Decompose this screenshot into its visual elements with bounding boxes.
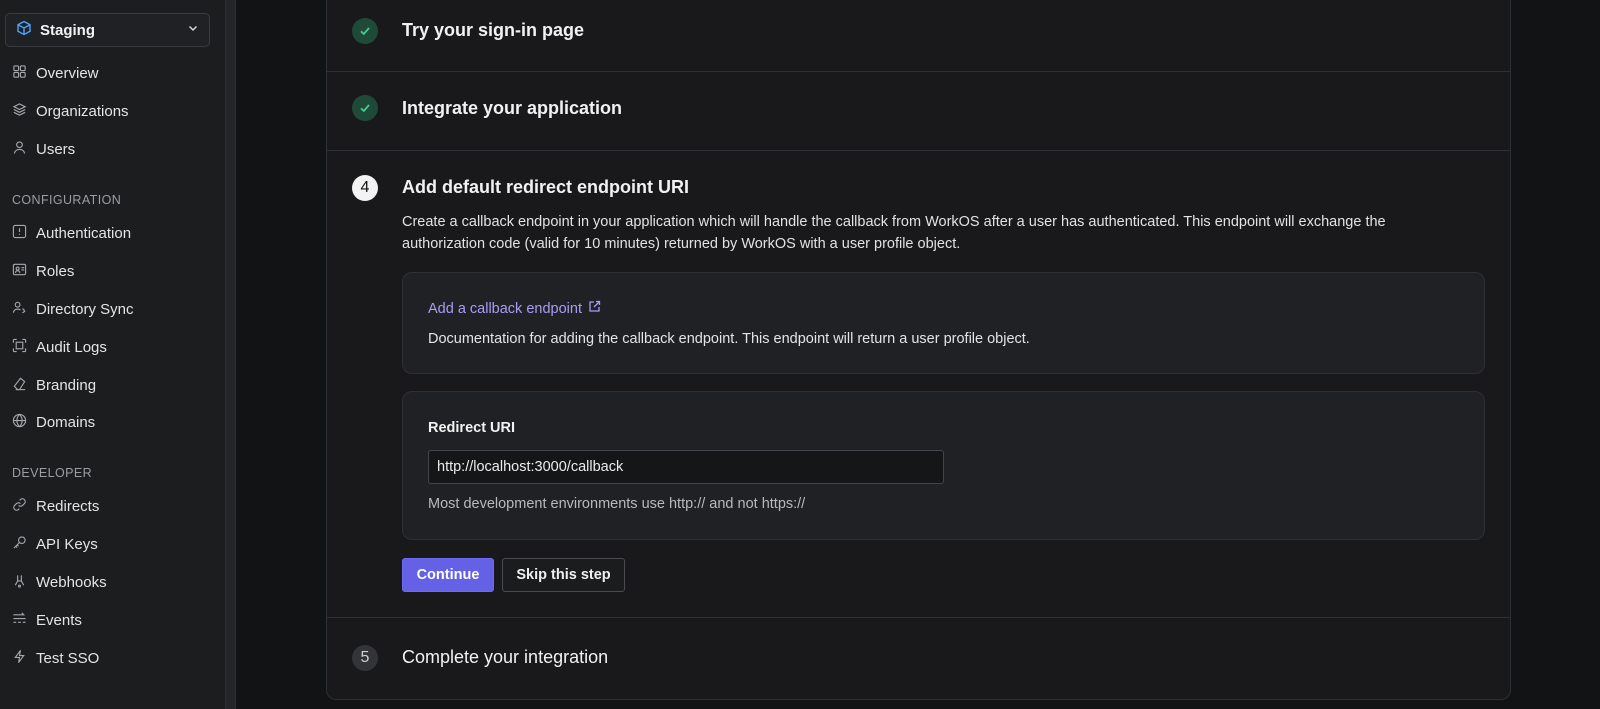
sidebar-item-label: Events [36,611,82,629]
environment-label: Staging [40,21,95,39]
grid-icon [12,64,27,83]
callback-docs-link[interactable]: Add a callback endpoint [428,300,601,317]
step-title: Try your sign-in page [402,20,585,40]
sidebar-item-test-sso[interactable]: Test SSO [12,645,99,671]
sidebar-item-roles[interactable]: Roles [12,258,74,284]
chevron-down-icon [187,21,199,39]
redirect-uri-label: Redirect URI [428,420,516,436]
callback-docs-text: Documentation for adding the callback en… [428,331,1030,347]
wrench-key-icon [12,535,27,554]
sidebar-item-overview[interactable]: Overview [12,60,99,86]
id-card-icon [12,262,27,281]
sidebar-item-events[interactable]: Events [12,607,82,633]
sidebar-item-directory-sync[interactable]: Directory Sync [12,296,134,322]
sidebar-item-label: Domains [36,413,96,431]
step-title: Add default redirect endpoint URI [402,177,690,197]
redirect-uri-card: Redirect URI Most development environmen… [402,391,1485,540]
sidebar-item-label: Webhooks [36,573,107,591]
sidebar-item-authentication[interactable]: Authentication [12,220,131,246]
environment-switcher[interactable]: Staging [5,13,210,47]
scan-icon [12,338,27,357]
layers-icon [12,102,27,121]
user-icon [12,140,27,159]
onboarding-steps-panel: Try your sign-in page Integrate your app… [326,0,1511,700]
webhook-icon [12,573,27,592]
key-box-icon [12,224,27,243]
redirect-uri-input[interactable] [428,450,944,484]
sidebar-item-label: Directory Sync [36,300,134,318]
sidebar-item-api-keys[interactable]: API Keys [12,531,98,557]
continue-button[interactable]: Continue [402,558,494,592]
cube-icon [16,20,32,41]
sidebar-item-label: Test SSO [36,649,100,667]
check-icon [352,95,378,121]
sidebar-item-branding[interactable]: Branding [12,372,96,398]
sidebar-item-webhooks[interactable]: Webhooks [12,569,107,595]
callback-docs-card: Add a callback endpoint Documentation fo… [402,272,1485,374]
step-complete-integration[interactable]: 5 Complete your integration [327,618,1510,700]
section-developer: DEVELOPER [12,466,93,480]
sidebar-item-redirects[interactable]: Redirects [12,493,99,519]
users-sync-icon [12,300,27,319]
callback-docs-link-label: Add a callback endpoint [428,300,582,317]
check-icon [352,18,378,44]
sidebar-item-label: Branding [36,376,97,394]
sidebar-item-users[interactable]: Users [12,136,75,162]
step-try-sign-in[interactable]: Try your sign-in page [327,0,1510,72]
external-link-icon [588,300,601,317]
step-integrate-application[interactable]: Integrate your application [327,72,1510,151]
sidebar-item-label: Authentication [36,224,132,242]
sidebar-item-label: Users [36,140,76,158]
globe-icon [12,413,27,432]
sidebar-item-label: Overview [36,64,99,82]
section-configuration: CONFIGURATION [12,193,122,207]
step-title: Complete your integration [402,647,609,667]
skip-step-button[interactable]: Skip this step [502,558,625,592]
link-icon [12,497,27,516]
sidebar-item-label: Roles [36,262,75,280]
step-title: Integrate your application [402,98,623,118]
sidebar-item-label: Organizations [36,102,129,120]
step-number-badge: 5 [352,645,378,671]
sidebar: Staging Overview Organizations Users CON… [0,0,226,709]
sidebar-item-audit-logs[interactable]: Audit Logs [12,334,107,360]
step-description: Create a callback endpoint in your appli… [402,214,1386,252]
step-number-badge: 4 [352,175,378,201]
sidebar-scrollbar[interactable] [226,0,236,709]
sidebar-item-label: API Keys [36,535,98,553]
sidebar-item-organizations[interactable]: Organizations [12,98,129,124]
paint-icon [12,376,27,395]
redirect-uri-hint: Most development environments use http:/… [428,496,806,512]
sidebar-item-domains[interactable]: Domains [12,409,95,435]
events-icon [12,611,27,630]
sidebar-item-label: Audit Logs [36,338,107,356]
sidebar-item-label: Redirects [36,497,100,515]
bolt-icon [12,649,27,668]
